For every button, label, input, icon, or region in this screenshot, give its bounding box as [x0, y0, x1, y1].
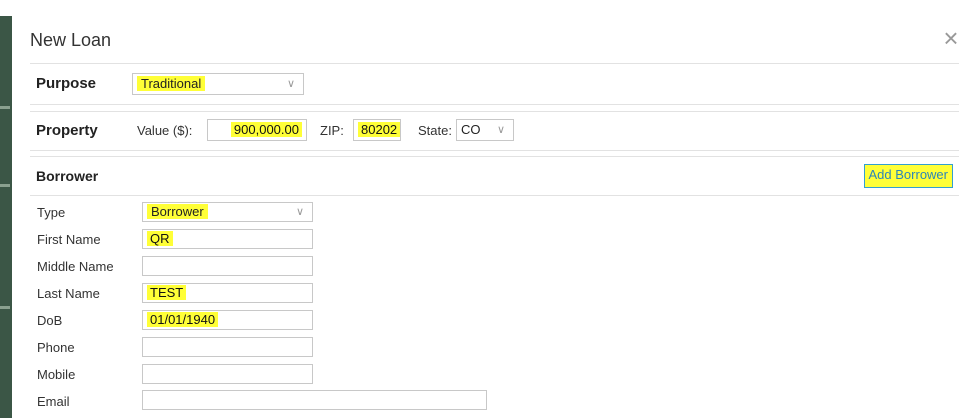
- borrower-type-value: Borrower: [147, 204, 208, 219]
- middle-name-label: Middle Name: [37, 259, 114, 274]
- property-value-label: Value ($):: [137, 123, 193, 138]
- type-label: Type: [37, 205, 66, 220]
- borrower-label: Borrower: [36, 168, 99, 184]
- background-mark: [0, 306, 10, 309]
- state-value: CO: [461, 122, 481, 137]
- dialog-title: New Loan: [30, 30, 112, 50]
- chevron-down-icon: ∨: [496, 124, 505, 136]
- purpose-label: Purpose: [36, 75, 97, 92]
- property-value-input[interactable]: 900,000.00: [207, 119, 307, 141]
- first-name-label: First Name: [37, 232, 101, 247]
- dob-label: DoB: [37, 313, 63, 328]
- purpose-panel: Purpose Traditional ∨: [30, 63, 959, 105]
- zip-value: 80202: [358, 122, 401, 137]
- property-panel: Property Value ($): 900,000.00 ZIP: 8020…: [30, 111, 959, 151]
- purpose-select[interactable]: Traditional ∨: [132, 73, 304, 95]
- dob-value: 01/01/1940: [147, 312, 219, 327]
- property-value: 900,000.00: [230, 122, 302, 137]
- mobile-input[interactable]: [142, 364, 313, 384]
- last-name-value: TEST: [147, 285, 187, 300]
- mobile-label: Mobile: [37, 367, 76, 382]
- add-borrower-button[interactable]: Add Borrower: [863, 164, 953, 188]
- dob-input[interactable]: 01/01/1940: [142, 310, 313, 330]
- background-mark: [0, 184, 10, 187]
- first-name-input[interactable]: QR: [142, 229, 313, 249]
- phone-label: Phone: [37, 340, 75, 355]
- background-page-strip: [0, 0, 969, 16]
- close-icon[interactable]: ×: [939, 25, 963, 51]
- background-mark: [0, 106, 10, 109]
- background-page-side: [0, 16, 12, 418]
- email-label: Email: [37, 394, 70, 409]
- first-name-value: QR: [147, 231, 173, 246]
- borrower-type-select[interactable]: Borrower ∨: [142, 202, 313, 222]
- new-loan-dialog: New Loan × Purpose Traditional ∨ Propert…: [12, 16, 969, 418]
- property-label: Property: [36, 122, 98, 139]
- phone-input[interactable]: [142, 337, 313, 357]
- middle-name-input[interactable]: [142, 256, 313, 276]
- email-input[interactable]: [142, 390, 487, 410]
- state-select[interactable]: CO ∨: [456, 119, 514, 141]
- purpose-selected-value: Traditional: [137, 76, 206, 91]
- zip-label: ZIP:: [320, 123, 344, 138]
- last-name-label: Last Name: [37, 286, 100, 301]
- chevron-down-icon: ∨: [286, 78, 295, 90]
- last-name-input[interactable]: TEST: [142, 283, 313, 303]
- dialog-title-bar: New Loan ×: [12, 16, 969, 64]
- chevron-down-icon: ∨: [295, 206, 304, 218]
- zip-input[interactable]: 80202: [353, 119, 401, 141]
- borrower-section-header: Borrower Add Borrower: [30, 156, 959, 196]
- state-label: State:: [418, 123, 452, 138]
